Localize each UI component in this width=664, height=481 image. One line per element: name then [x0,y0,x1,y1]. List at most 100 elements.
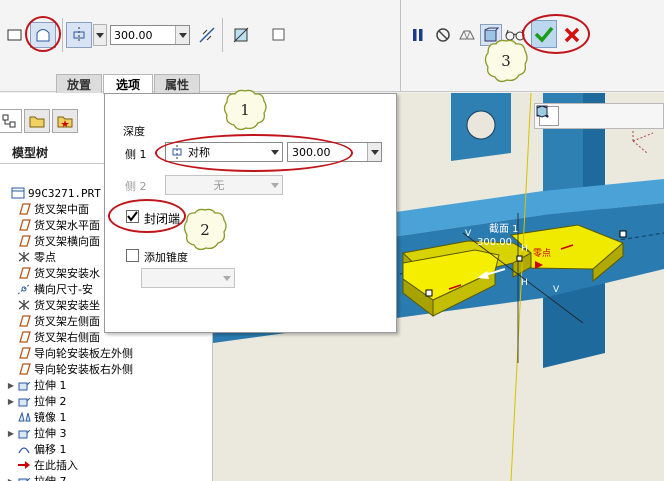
dimension-label[interactable]: 300.00 [477,237,512,248]
flip-direction-icon[interactable] [196,24,218,46]
section-label: 截面 1 [489,222,519,235]
extrude-icon [16,378,32,392]
datum-plane-icon [16,346,32,360]
depth-value-combo[interactable]: 300.00 [110,25,190,45]
tab-placement[interactable]: 放置 [56,74,102,93]
zoom-in-icon[interactable] [536,105,583,126]
model-tree-title: 模型树 [12,146,49,160]
tree-item-label: 在此插入 [34,459,78,472]
annotation-bubble-1: 1 [222,88,268,132]
add-taper-checkbox[interactable] [126,249,139,262]
annotation-bubble-3: 3 [482,38,530,84]
datum-plane-icon [16,266,32,280]
depth-value[interactable]: 300.00 [111,29,175,42]
offset-icon [16,442,32,456]
tree-item-label: 货叉架左侧面 [34,315,100,328]
tree-item-label: 导向轮安装板右外侧 [34,363,133,376]
expand-arrow-icon[interactable]: ▶ [6,397,16,406]
highlight-ring-surface-button [25,16,61,52]
tree-item[interactable]: 99C3271.PRT [0,185,101,201]
tree-item-label: 货叉架水平面 [34,219,100,232]
tree-item[interactable]: ▶ 拉伸 1 [6,377,67,393]
tree-item[interactable]: 货叉架安装水 [6,265,100,281]
tree-item[interactable]: ▶ 拉伸 3 [6,425,67,441]
tree-item[interactable]: 货叉架水平面 [6,217,100,233]
tab-model-tree[interactable] [0,109,22,133]
no-preview-icon[interactable] [432,24,454,46]
tree-item[interactable]: 导向轮安装板左外侧 [6,345,133,361]
tree-item[interactable]: 横向尺寸-安 [6,281,93,297]
zoom-out-icon[interactable] [536,105,607,126]
repaint-icon[interactable] [536,105,631,126]
annotation-bubble-2: 2 [182,207,228,253]
tree-item[interactable]: 货叉架中面 [6,201,89,217]
side1-label: 侧 1 [125,148,147,161]
tab-folder-browser[interactable] [24,109,50,133]
axis-label-h-2: H [521,278,528,288]
tab-properties[interactable]: 属性 [154,74,200,93]
extrude-icon [16,426,32,440]
surface-icon[interactable] [4,24,26,46]
taper-value-select [141,268,235,288]
thin-feature-icon[interactable] [268,24,290,46]
tree-item-label: 货叉架右侧面 [34,331,100,344]
depth-option-dropdown-arrow[interactable] [93,24,107,46]
side2-type-value: 无 [213,179,225,192]
tree-item-label: 拉伸 2 [34,395,67,408]
tree-item-label: 货叉架中面 [34,203,89,216]
expand-arrow-icon[interactable]: ▶ [6,477,16,481]
tree-item-label: 货叉架横向面 [34,235,100,248]
tab-options[interactable]: 选项 [103,74,153,94]
tree-item-label: 货叉架安装水 [34,267,100,280]
datum-plane-icon [16,234,32,248]
tree-item-label: 偏移 1 [34,443,67,456]
tree-item-label: 货叉架安装坐 [34,299,100,312]
tree-item-label: 导向轮安装板左外侧 [34,347,133,360]
axis-label-h-1: H [521,244,528,254]
depth-label: 深度 [123,125,145,138]
tree-item[interactable]: 在此插入 [6,457,78,473]
tree-item[interactable]: 零点 [6,249,56,265]
expand-arrow-icon[interactable]: ▶ [6,381,16,390]
tree-item[interactable]: 货叉架右侧面 [6,329,100,345]
tree-item-label: 横向尺寸-安 [34,283,93,296]
datum-axis-icon [16,282,32,296]
highlight-ring-confirm [522,14,590,54]
shading-icon[interactable] [536,105,655,126]
axis-label-v-2: V [553,285,560,295]
insert-here-arrow-icon [16,458,32,472]
view-toolbar [534,103,664,129]
part-icon [10,186,26,200]
datum-plane-icon [16,314,32,328]
symmetric-depth-icon[interactable] [66,22,92,48]
zero-point-label: 零点 [533,248,551,259]
preview-icon[interactable] [456,24,478,46]
expand-arrow-icon[interactable]: ▶ [6,429,16,438]
tab-favorites[interactable] [52,109,78,133]
tree-item-label: 拉伸 1 [34,379,67,392]
extrude-icon [16,394,32,408]
side2-label: 侧 2 [125,180,147,193]
highlight-ring-side1 [155,134,353,172]
datum-plane-icon [16,202,32,216]
side2-type-select: 无 [165,175,283,195]
part-mount-block [451,93,511,161]
tree-item-label: 拉伸 7 [32,473,67,481]
tree-item[interactable]: 导向轮安装板右外侧 [6,361,133,377]
tree-item[interactable]: ▶ 拉伸 2 [6,393,67,409]
remove-material-icon[interactable] [230,24,252,46]
tree-item[interactable]: 镜像 1 [6,409,67,425]
pause-icon[interactable] [408,24,428,46]
tree-item[interactable]: 偏移 1 [6,441,67,457]
coordinate-system-icon [16,250,32,264]
datum-plane-icon [16,362,32,376]
tree-item[interactable]: ▶ 拉伸 7 [6,473,67,481]
datum-plane-icon [16,218,32,232]
creo-extrude-dashboard: 300.00 放置 选项 属性 截面 1 300.00 V H 零点 H V 模… [0,0,664,481]
tree-item[interactable]: 货叉架横向面 [6,233,100,249]
extrude-icon [16,474,32,481]
tree-item[interactable]: 货叉架安装坐 [6,297,100,313]
tree-item-label: 镜像 1 [34,411,67,424]
tree-item[interactable]: 货叉架左侧面 [6,313,100,329]
highlight-ring-capped [108,199,186,233]
